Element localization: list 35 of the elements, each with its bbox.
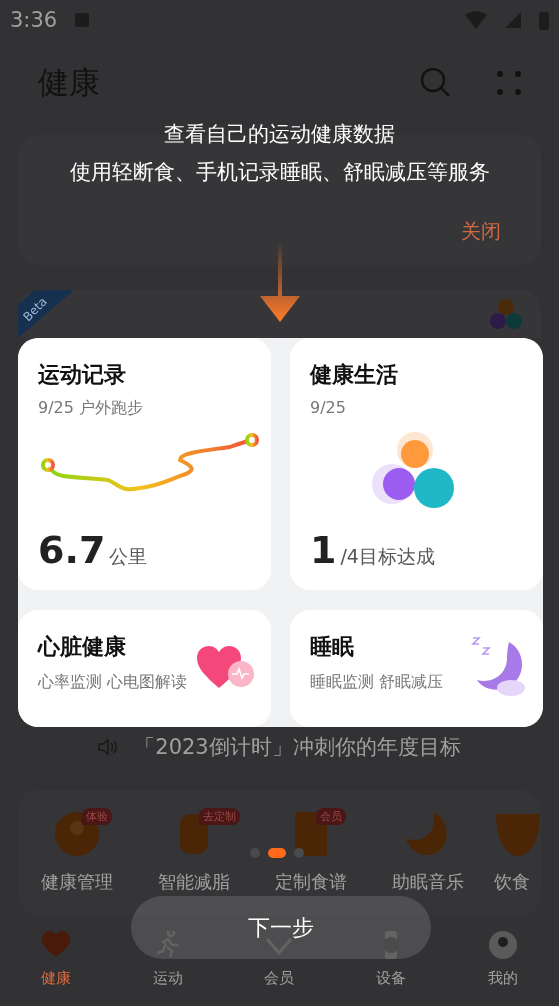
service-badge: 会员	[316, 808, 346, 825]
card-value: 6.7	[38, 528, 106, 572]
nav-tab[interactable]: 设备	[376, 969, 407, 988]
card-title: 心脏健康	[38, 633, 126, 661]
nav-tab[interactable]: 健康	[40, 969, 71, 988]
guide-text: 查看自己的运动健康数据	[164, 121, 395, 148]
feature-card[interactable]: 健康生活 9/25 1/4目标达成	[290, 338, 543, 590]
feature-card[interactable]: 睡眠 睡眠监测 舒眠减压	[290, 610, 543, 727]
announcement-text[interactable]: 「2023倒计时」冲刺你的年度目标	[134, 733, 461, 761]
nav-tab[interactable]: 运动	[152, 969, 183, 988]
card-subtitle: 心率监测 心电图解读	[38, 672, 188, 693]
card-title: 运动记录	[38, 361, 126, 389]
guide-text: 使用轻断食、手机记录睡眠、舒眠减压等服务	[69, 159, 490, 186]
status-time: 3:36	[10, 8, 58, 32]
next-button[interactable]: 下一步	[131, 896, 431, 959]
service-badge: 去定制	[199, 808, 240, 825]
service-label[interactable]: 定制食谱	[274, 870, 347, 894]
nav-tab[interactable]: 会员	[264, 969, 295, 988]
close-link[interactable]: 关闭	[461, 218, 501, 245]
service-label[interactable]: 饮食	[494, 870, 530, 894]
nav-tab[interactable]: 我的	[488, 969, 519, 988]
card-value: 1	[310, 528, 337, 572]
card-title: 睡眠	[310, 633, 354, 661]
feature-card[interactable]: 运动记录 9/25 户外跑步 6.7 公里	[18, 338, 271, 590]
service-label[interactable]: 健康管理	[40, 870, 113, 894]
card-unit: /4目标达成	[340, 544, 435, 569]
service-badge: 体验	[82, 808, 112, 825]
card-unit: 公里	[109, 544, 148, 569]
service-label[interactable]: 智能减脂	[157, 870, 230, 894]
card-subtitle: 9/25	[310, 398, 346, 417]
card-title: 健康生活	[310, 361, 398, 389]
service-label[interactable]: 助眠音乐	[391, 870, 464, 894]
card-subtitle: 睡眠监测 舒眠减压	[310, 672, 444, 693]
card-subtitle: 9/25 户外跑步	[38, 398, 143, 419]
feature-card[interactable]: 心脏健康 心率监测 心电图解读	[18, 610, 271, 727]
